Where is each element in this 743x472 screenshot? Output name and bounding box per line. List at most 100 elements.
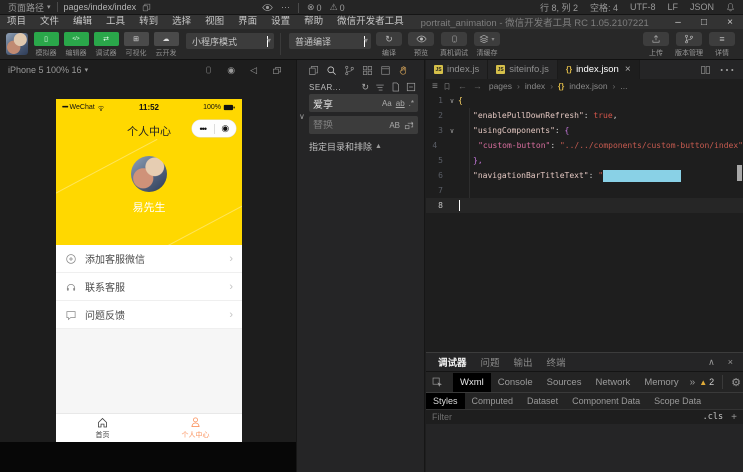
menu-project[interactable]: 项目 [0, 15, 33, 29]
language-mode[interactable]: JSON [690, 2, 714, 12]
list-item-contact-service[interactable]: 联系客服 › [56, 273, 242, 301]
npm-icon[interactable] [380, 65, 391, 76]
toggle-replace-chevron[interactable]: ∨ [299, 112, 305, 121]
tab-siteinfo-js[interactable]: JS siteinfo.js [488, 60, 558, 79]
collapse-results-icon[interactable] [406, 82, 416, 92]
menu-devtools[interactable]: 微信开发者工具 [330, 15, 411, 29]
menu-help[interactable]: 帮助 [297, 15, 330, 29]
warning-badge[interactable]: ▲ 2 [699, 377, 714, 387]
clear-results-icon[interactable] [375, 83, 385, 92]
capsule-close-button[interactable]: ◉ [215, 123, 237, 134]
outline-icon[interactable]: ≡ [432, 81, 438, 92]
menu-select[interactable]: 选择 [165, 15, 198, 29]
maximize-button[interactable]: □ [691, 17, 717, 28]
cloud-dev-toggle-button[interactable]: ☁ [153, 32, 179, 46]
copy-icon[interactable] [142, 3, 151, 12]
inspect-element-icon[interactable] [426, 377, 449, 388]
preview-button[interactable] [408, 32, 434, 46]
inspector-tab-computed[interactable]: Computed [465, 393, 521, 409]
eol-setting[interactable]: LF [667, 2, 678, 12]
explorer-icon[interactable] [308, 65, 319, 76]
fold-icon[interactable]: ∨ [446, 127, 458, 135]
breadcrumb-file[interactable]: index.json [569, 81, 607, 91]
whole-word-toggle[interactable]: ab [396, 99, 405, 108]
error-counter[interactable]: ⊗ 0 [307, 2, 322, 13]
tab-profile[interactable]: 个人中心 [149, 414, 242, 442]
list-item-feedback[interactable]: 问题反馈 › [56, 301, 242, 329]
breadcrumb-more[interactable]: ... [620, 81, 627, 91]
debugger-toggle-button[interactable]: ⇄ [93, 32, 119, 46]
collapse-panel-icon[interactable]: ∧ [708, 357, 715, 368]
rotate-device-icon[interactable] [205, 65, 212, 75]
capsule-menu-button[interactable]: ••• [192, 124, 214, 134]
devtools-tab-sources[interactable]: Sources [540, 373, 589, 392]
bell-icon[interactable] [726, 2, 735, 12]
menu-interface[interactable]: 界面 [231, 15, 264, 29]
menu-goto[interactable]: 转到 [132, 15, 165, 29]
more-tabs-icon[interactable]: » [686, 377, 700, 388]
fold-icon[interactable]: ∨ [446, 97, 458, 105]
close-window-button[interactable]: × [717, 17, 743, 28]
breadcrumb-pages[interactable]: pages [489, 81, 512, 91]
compile-button[interactable]: ↻ [376, 32, 402, 46]
clear-cache-button[interactable]: ▾ [474, 32, 500, 46]
search-options-link[interactable]: 指定目录和排除 ▲ [309, 140, 424, 153]
new-search-editor-icon[interactable] [391, 82, 400, 92]
refresh-search-icon[interactable]: ↻ [361, 82, 369, 93]
filter-input[interactable] [426, 412, 703, 422]
cursor-position[interactable]: 行 8, 列 2 [540, 1, 578, 14]
replace-all-icon[interactable] [404, 120, 414, 130]
code-editor[interactable]: 1 ∨ { 2 "enablePullDownRefresh": true, 3… [426, 93, 743, 352]
search-input[interactable] [313, 97, 378, 109]
menu-tools[interactable]: 工具 [99, 15, 132, 29]
tab-output[interactable]: 输出 [514, 355, 533, 369]
tab-index-json[interactable]: {} index.json × [557, 60, 640, 79]
menu-edit[interactable]: 编辑 [66, 15, 99, 29]
cls-toggle[interactable]: .cls [703, 412, 723, 422]
warning-counter[interactable]: ⚠ 0 [330, 2, 345, 13]
nav-forward-icon[interactable]: → [473, 81, 482, 91]
close-tab-icon[interactable]: × [625, 64, 631, 75]
bookmark-icon[interactable] [443, 82, 451, 91]
device-debug-button[interactable] [441, 32, 467, 46]
inspector-tab-component-data[interactable]: Component Data [565, 393, 647, 409]
menu-view[interactable]: 视图 [198, 15, 231, 29]
menu-settings[interactable]: 设置 [264, 15, 297, 29]
sound-icon[interactable]: ◁ [250, 65, 257, 76]
profile-avatar[interactable] [131, 156, 167, 192]
nav-back-icon[interactable]: ← [458, 81, 467, 91]
device-selector[interactable]: iPhone 5 100% 16 ▾ [8, 65, 88, 75]
mode-select[interactable]: 小程序模式 ▾ [186, 33, 274, 49]
visualization-toggle-button[interactable]: ⊞ [123, 32, 149, 46]
inspector-tab-dataset[interactable]: Dataset [520, 393, 565, 409]
page-path-value[interactable]: pages/index/index [64, 2, 137, 12]
editor-scrollbar[interactable] [737, 165, 742, 181]
preserve-case-toggle[interactable]: AB [389, 121, 400, 130]
details-button[interactable]: ≡ [709, 32, 735, 46]
tab-terminal[interactable]: 终端 [547, 355, 566, 369]
float-window-icon[interactable] [272, 66, 282, 75]
tab-home[interactable]: 首页 [56, 414, 149, 442]
devtools-tab-wxml[interactable]: Wxml [453, 372, 491, 392]
simulator-toggle-button[interactable]: ▯ [33, 32, 59, 46]
replace-input[interactable] [313, 119, 386, 131]
devtools-settings-icon[interactable]: ⚙ [731, 376, 741, 389]
devtools-tab-console[interactable]: Console [491, 373, 540, 392]
devtools-tab-network[interactable]: Network [588, 373, 637, 392]
devtools-tab-memory[interactable]: Memory [637, 373, 685, 392]
add-style-button[interactable]: + [731, 412, 737, 423]
eye-icon[interactable] [262, 3, 273, 12]
search-icon[interactable] [326, 65, 337, 76]
split-editor-icon[interactable] [700, 65, 711, 75]
page-path-dropdown[interactable]: 页面路径 ▾ [8, 1, 51, 14]
upload-button[interactable] [643, 32, 669, 46]
inspector-tab-scope-data[interactable]: Scope Data [647, 393, 708, 409]
compile-select[interactable]: 普通编译 ▾ [289, 33, 371, 49]
tab-problems[interactable]: 问题 [481, 355, 500, 369]
version-control-button[interactable] [676, 32, 702, 46]
tab-index-js[interactable]: JS index.js [426, 60, 489, 79]
indent-setting[interactable]: 空格: 4 [590, 1, 618, 14]
more-actions-icon[interactable]: ⋯ [719, 60, 735, 80]
menu-file[interactable]: 文件 [33, 15, 66, 29]
record-icon[interactable]: ◉ [227, 65, 235, 76]
